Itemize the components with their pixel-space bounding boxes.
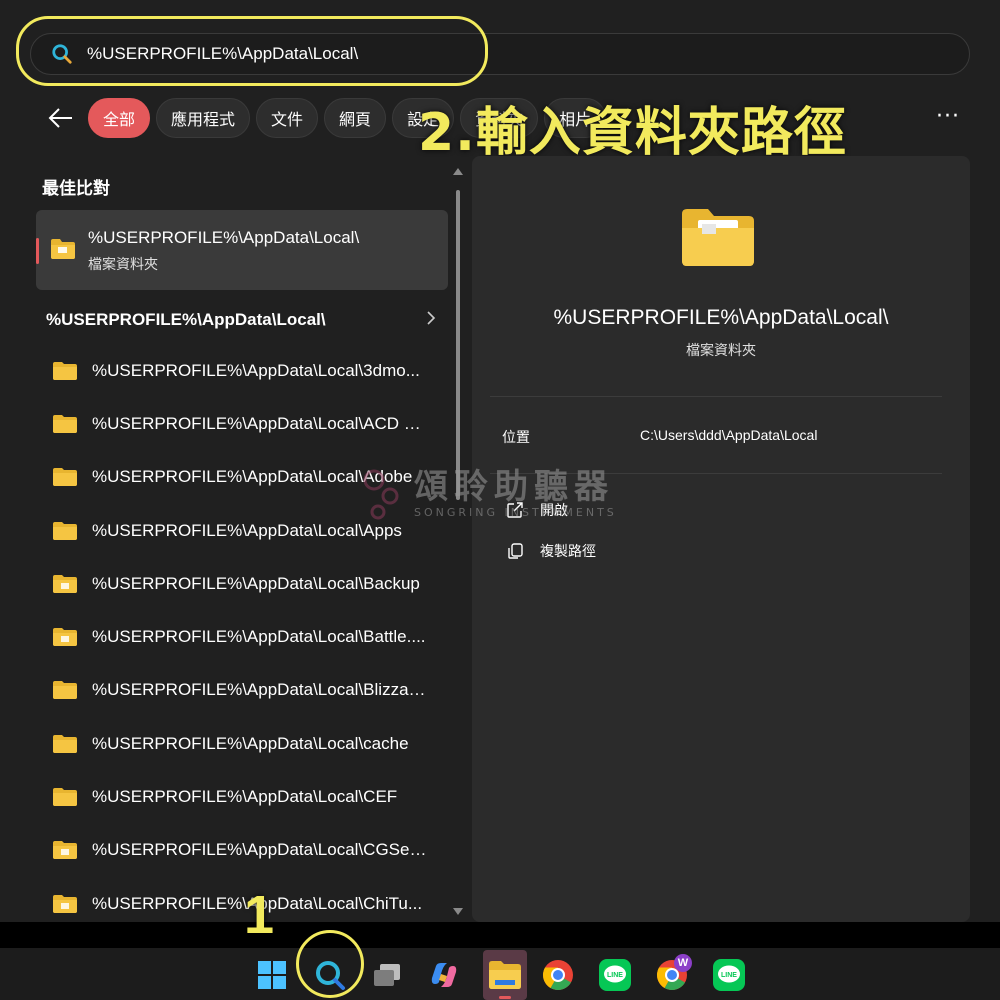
list-item-label: %USERPROFILE%\AppData\Local\3dmo... [92, 360, 420, 380]
step-2-annotation: 2.輸入資料夾路徑 [418, 103, 847, 163]
folder-icon [53, 841, 77, 860]
more-options-icon[interactable]: ··· [936, 104, 960, 129]
list-item[interactable]: %USERPROFILE%\AppData\Local\Battle.... [30, 610, 450, 663]
folder-icon [53, 521, 77, 540]
file-explorer-icon[interactable] [483, 950, 527, 1000]
list-item[interactable]: %USERPROFILE%\AppData\Local\3dmo... [30, 344, 450, 397]
list-item[interactable]: %USERPROFILE%\AppData\Local\Backup [30, 557, 450, 610]
folder-icon [53, 894, 77, 913]
best-match-name: %USERPROFILE%\AppData\Local\ [88, 228, 360, 247]
chrome-icon[interactable] [541, 958, 575, 992]
copy-path-label: 複製路徑 [540, 544, 596, 560]
folder-icon [51, 239, 75, 259]
step-1-annotation: 1 [244, 885, 275, 945]
divider [490, 396, 942, 397]
taskbar-separator [0, 922, 1000, 948]
folder-icon [53, 788, 77, 807]
results-group-header[interactable]: %USERPROFILE%\AppData\Local\ [46, 310, 326, 330]
list-item-label: %USERPROFILE%\AppData\Local\CGSer... [92, 840, 427, 860]
folder-icon [53, 414, 77, 433]
folder-icon [53, 574, 77, 593]
folder-icon [682, 209, 754, 266]
search-box[interactable] [30, 33, 970, 75]
copy-icon [508, 543, 523, 559]
copilot-icon[interactable] [427, 958, 461, 992]
windows-start-icon[interactable] [255, 958, 289, 992]
svg-text:LINE: LINE [607, 972, 623, 979]
result-list: %USERPROFILE%\AppData\Local\3dmo... %USE… [30, 344, 450, 930]
list-item-label: %USERPROFILE%\AppData\Local\cache [92, 733, 409, 753]
task-view-icon[interactable] [370, 958, 404, 992]
back-arrow-icon[interactable] [46, 104, 76, 132]
list-item-label: %USERPROFILE%\AppData\Local\Blizzar... [92, 680, 427, 700]
search-input[interactable] [87, 44, 887, 64]
watermark-subtitle: SONGRING INSTRUMENTS [414, 505, 617, 519]
folder-icon [53, 734, 77, 753]
details-title: %USERPROFILE%\AppData\Local\ [553, 306, 889, 329]
list-item-label: %USERPROFILE%\AppData\Local\ACD S... [92, 413, 427, 433]
details-type: 檔案資料夾 [686, 343, 756, 359]
list-item-label: %USERPROFILE%\AppData\Local\Battle.... [92, 627, 426, 647]
best-match-item[interactable]: %USERPROFILE%\AppData\Local\ 檔案資料夾 [36, 210, 448, 290]
filter-chip-apps[interactable]: 應用程式 [156, 98, 251, 138]
search-icon[interactable] [313, 958, 347, 992]
best-match-heading: 最佳比對 [42, 179, 110, 199]
scroll-thumb[interactable] [456, 190, 460, 500]
svg-text:LINE: LINE [721, 972, 737, 979]
taskbar: LINE W LINE [0, 948, 1000, 1000]
location-label: 位置 [502, 430, 530, 446]
folder-icon [53, 361, 77, 380]
scroll-down-arrow-icon[interactable] [453, 908, 463, 915]
copy-path-action[interactable]: 複製路徑 [506, 541, 596, 561]
ear-logo-icon [363, 469, 399, 520]
filter-chip-web[interactable]: 網頁 [324, 98, 387, 138]
filter-chip-documents[interactable]: 文件 [256, 98, 319, 138]
list-item[interactable]: %USERPROFILE%\AppData\Local\ACD S... [30, 397, 450, 450]
list-item[interactable]: %USERPROFILE%\AppData\Local\CGSer... [30, 824, 450, 877]
line-icon[interactable]: LINE [712, 958, 746, 992]
scroll-up-arrow-icon[interactable] [453, 168, 463, 175]
folder-icon [53, 681, 77, 700]
list-item[interactable]: %USERPROFILE%\AppData\Local\Blizzar... [30, 664, 450, 717]
location-value: C:\Users\ddd\AppData\Local [640, 427, 818, 443]
results-pane: 最佳比對 %USERPROFILE%\AppData\Local\ 檔案資料夾 … [30, 160, 460, 920]
list-item[interactable]: %USERPROFILE%\AppData\Local\cache [30, 717, 450, 770]
filter-chip-all[interactable]: 全部 [88, 98, 151, 138]
best-match-type: 檔案資料夾 [88, 257, 158, 273]
results-scrollbar[interactable] [452, 168, 464, 918]
watermark-logo: 頌聆助聽器 SONGRING INSTRUMENTS [360, 466, 617, 522]
list-item-label: %USERPROFILE%\AppData\Local\Backup [92, 573, 420, 593]
list-item-label: %USERPROFILE%\AppData\Local\CEF [92, 787, 398, 807]
line-icon[interactable]: LINE [598, 958, 632, 992]
chevron-right-icon[interactable] [424, 308, 438, 328]
search-icon [52, 44, 72, 64]
profile-badge: W [674, 954, 692, 972]
list-item[interactable]: %USERPROFILE%\AppData\Local\CEF [30, 770, 450, 823]
details-pane: %USERPROFILE%\AppData\Local\ 檔案資料夾 位置 C:… [472, 156, 970, 922]
folder-icon [53, 628, 77, 647]
list-item-label: %USERPROFILE%\AppData\Local\Apps [92, 520, 402, 540]
folder-icon [53, 468, 77, 487]
selection-indicator [36, 238, 39, 264]
watermark-title: 頌聆助聽器 [414, 466, 614, 507]
